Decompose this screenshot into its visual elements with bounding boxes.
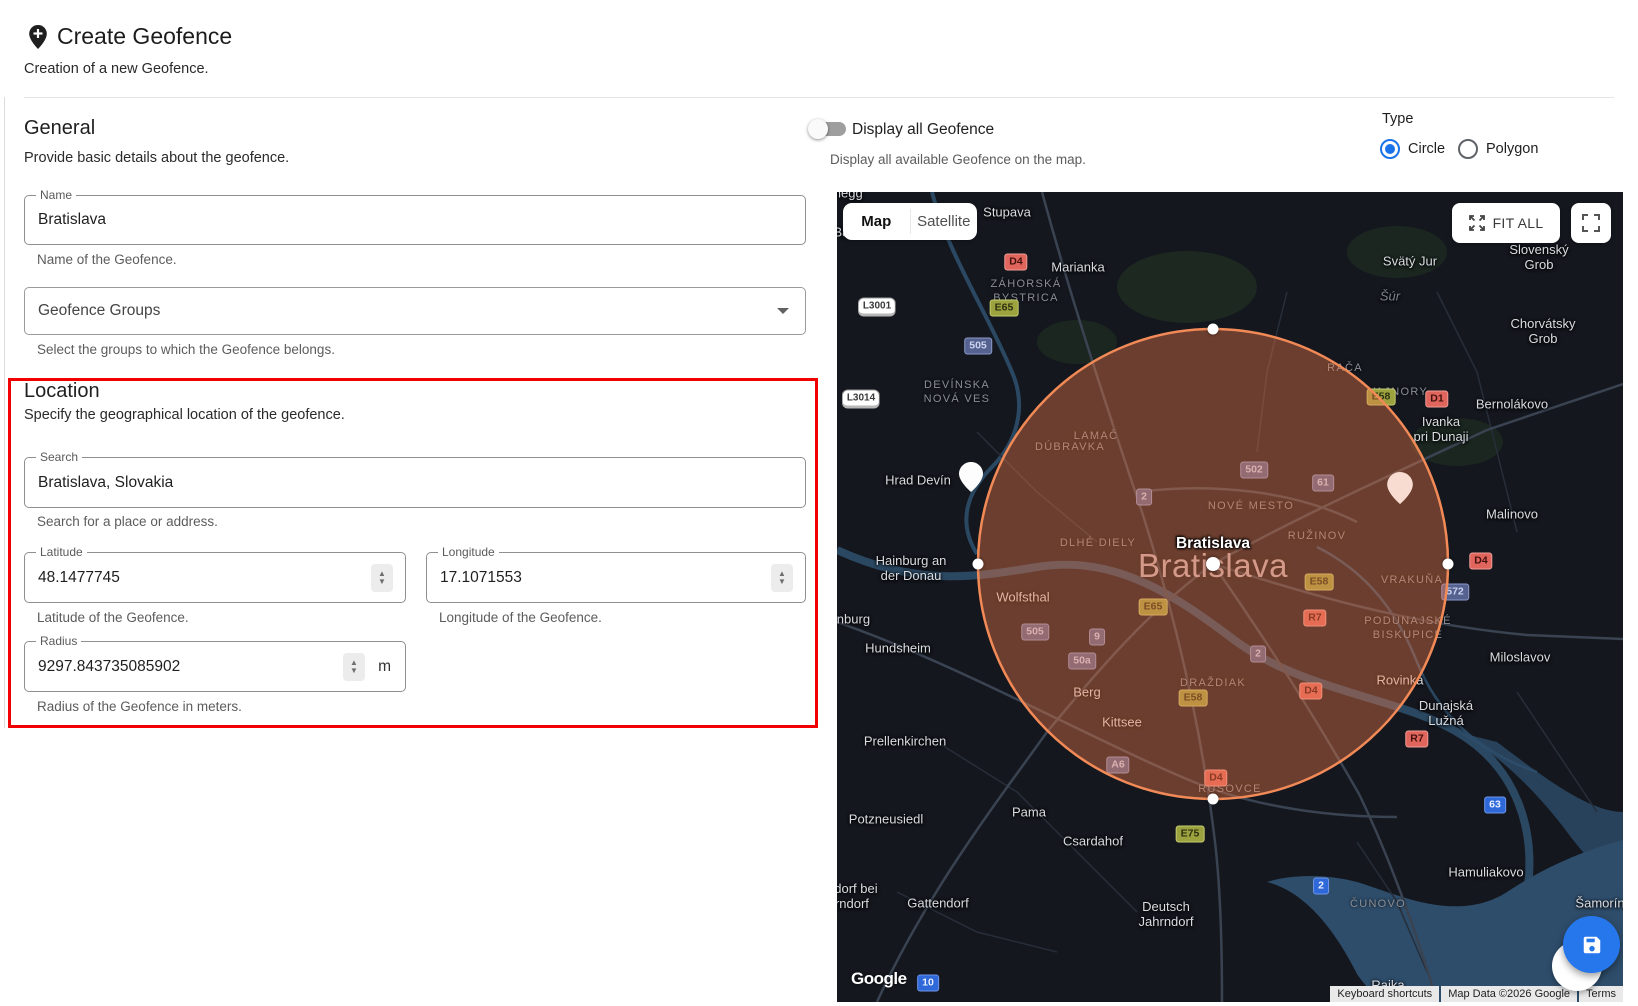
fullscreen-icon bbox=[1582, 214, 1600, 232]
radius-field-value: 9297.843735085902 bbox=[38, 658, 180, 676]
type-radio-circle-label[interactable]: Circle bbox=[1408, 141, 1445, 157]
create-geofence-page: Create Geofence Creation of a new Geofen… bbox=[0, 0, 1638, 1006]
geofence-handle-north[interactable] bbox=[1208, 324, 1219, 335]
geofence-handle-west[interactable] bbox=[973, 559, 984, 570]
display-all-geofence-label: Display all Geofence bbox=[852, 121, 994, 139]
location-heading: Location bbox=[24, 380, 100, 403]
name-helper: Name of the Geofence. bbox=[37, 252, 177, 267]
page-subtitle: Creation of a new Geofence. bbox=[24, 61, 209, 77]
fit-all-button[interactable]: FIT ALL bbox=[1452, 203, 1560, 243]
header-divider bbox=[24, 97, 1614, 98]
longitude-field-label: Longitude bbox=[438, 546, 499, 559]
type-radio-polygon[interactable] bbox=[1458, 139, 1478, 159]
general-heading: General bbox=[24, 117, 95, 140]
map-type-satellite-button[interactable]: Satellite bbox=[911, 203, 978, 240]
map-canvas[interactable]: cheggStupavaVing-BahnhofSvätý JurSlovens… bbox=[837, 192, 1623, 1002]
geofence-groups-select[interactable]: Geofence Groups bbox=[24, 287, 806, 335]
name-field[interactable]: Name Bratislava bbox=[24, 195, 806, 245]
add-location-icon bbox=[26, 24, 50, 50]
page-title: Create Geofence bbox=[57, 23, 232, 50]
radius-field-label: Radius bbox=[36, 635, 81, 648]
latitude-stepper[interactable]: ▲▼ bbox=[371, 564, 393, 592]
map-type-control: Map Satellite bbox=[843, 203, 977, 240]
chevron-down-icon bbox=[777, 308, 789, 314]
latitude-field-label: Latitude bbox=[36, 546, 87, 559]
latitude-field[interactable]: Latitude 48.1477745 ▲▼ bbox=[24, 552, 406, 603]
radius-field[interactable]: Radius 9297.843735085902 ▲▼ m bbox=[24, 641, 406, 692]
fit-all-label: FIT ALL bbox=[1493, 215, 1544, 231]
latitude-helper: Latitude of the Geofence. bbox=[37, 610, 189, 625]
radius-stepper[interactable]: ▲▼ bbox=[343, 653, 365, 681]
search-field[interactable]: Search Bratislava, Slovakia bbox=[24, 457, 806, 508]
longitude-field-value: 17.1071553 bbox=[440, 569, 522, 587]
geofence-pin-icon[interactable] bbox=[1387, 472, 1413, 504]
keyboard-shortcuts-link[interactable]: Keyboard shortcuts bbox=[1330, 986, 1439, 1002]
geofence-handle-east[interactable] bbox=[1443, 559, 1454, 570]
map-type-map-button[interactable]: Map bbox=[843, 203, 910, 240]
display-all-geofence-helper: Display all available Geofence on the ma… bbox=[830, 152, 1086, 167]
longitude-field[interactable]: Longitude 17.1071553 ▲▼ bbox=[426, 552, 806, 603]
geofence-handle-south[interactable] bbox=[1208, 794, 1219, 805]
google-logo: Google bbox=[851, 969, 907, 989]
geofence-groups-value: Geofence Groups bbox=[38, 302, 160, 320]
longitude-stepper[interactable]: ▲▼ bbox=[771, 564, 793, 592]
fit-all-expand-icon bbox=[1469, 215, 1485, 231]
name-field-label: Name bbox=[36, 189, 76, 202]
search-helper: Search for a place or address. bbox=[37, 514, 218, 529]
geofence-center-marker[interactable] bbox=[1206, 557, 1220, 571]
type-radio-polygon-label[interactable]: Polygon bbox=[1486, 141, 1538, 157]
type-radio-circle[interactable] bbox=[1380, 139, 1400, 159]
card-left-edge bbox=[4, 97, 5, 728]
save-button[interactable] bbox=[1563, 916, 1620, 973]
longitude-helper: Longitude of the Geofence. bbox=[439, 610, 602, 625]
display-all-geofence-toggle-thumb[interactable] bbox=[808, 119, 828, 139]
radius-helper: Radius of the Geofence in meters. bbox=[37, 699, 242, 714]
radius-unit: m bbox=[378, 658, 391, 676]
groups-helper: Select the groups to which the Geofence … bbox=[37, 342, 335, 357]
search-field-label: Search bbox=[36, 451, 82, 464]
general-description: Provide basic details about the geofence… bbox=[24, 150, 289, 166]
latitude-field-value: 48.1477745 bbox=[38, 569, 120, 587]
location-description: Specify the geographical location of the… bbox=[24, 407, 345, 423]
type-label: Type bbox=[1382, 111, 1413, 127]
search-field-value: Bratislava, Slovakia bbox=[38, 474, 173, 492]
geofence-circle-overlay[interactable] bbox=[837, 192, 1623, 1002]
map-data-attribution: Map Data ©2026 Google bbox=[1441, 986, 1577, 1002]
name-field-value: Bratislava bbox=[38, 211, 106, 229]
save-icon bbox=[1581, 934, 1603, 956]
fullscreen-button[interactable] bbox=[1571, 203, 1611, 243]
hrad-devin-pin-icon[interactable] bbox=[959, 462, 983, 492]
